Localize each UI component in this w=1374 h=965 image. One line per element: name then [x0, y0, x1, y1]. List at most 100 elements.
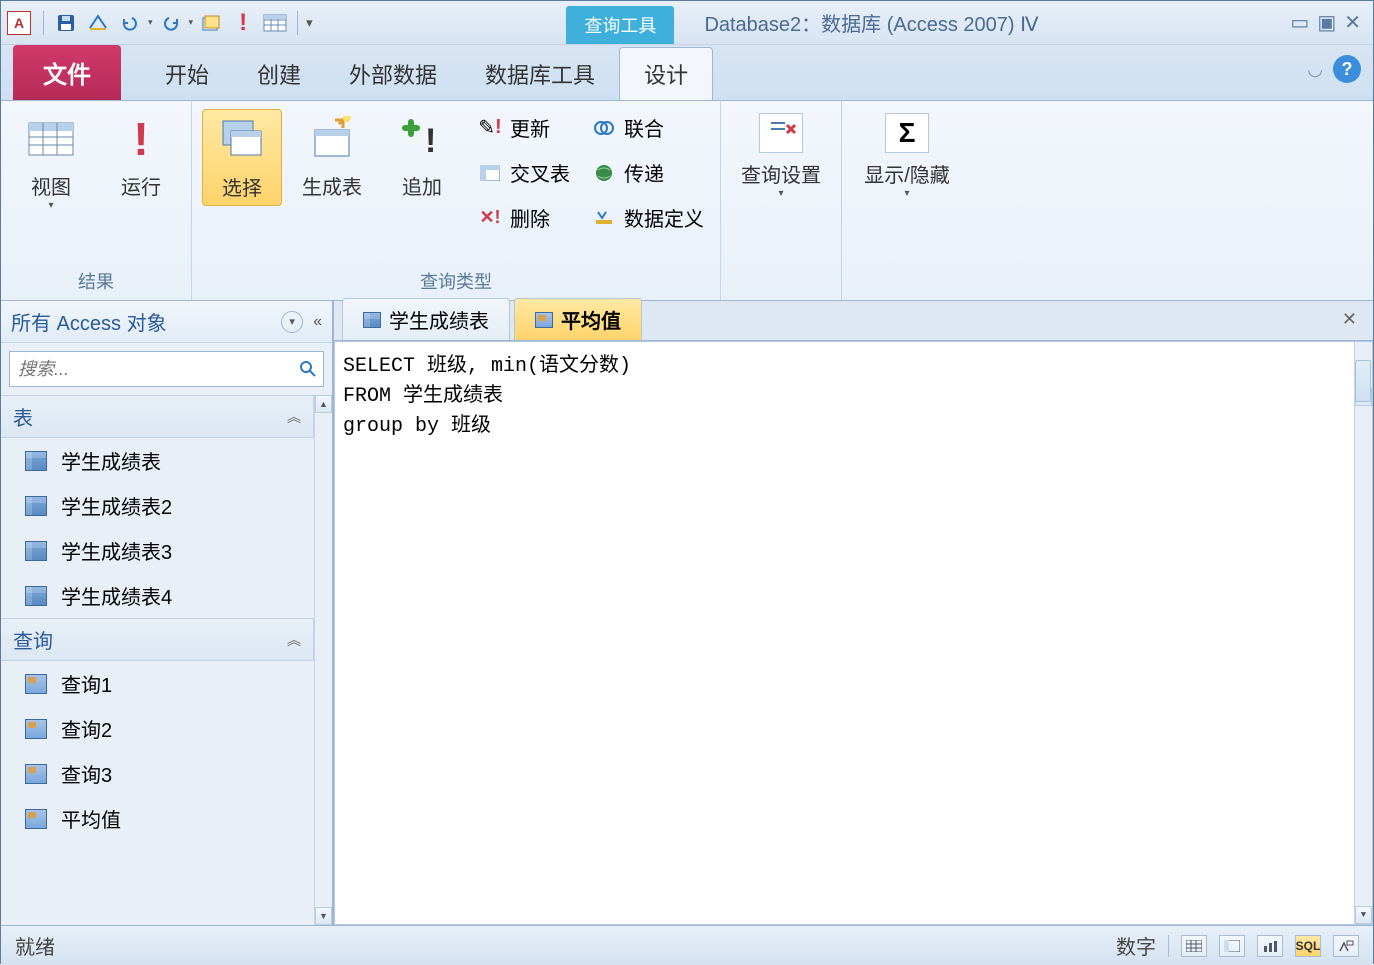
query-setup-label: 查询设置	[741, 159, 821, 188]
doc-tab-label: 平均值	[561, 305, 621, 334]
app-icon: A	[7, 11, 31, 35]
run-button[interactable]: ! 运行	[101, 109, 181, 204]
help-button[interactable]: ?	[1333, 55, 1361, 83]
delete-label: 删除	[510, 203, 550, 232]
nav-item-query[interactable]: 平均值	[1, 796, 314, 841]
minimize-button[interactable]: ▭	[1290, 10, 1309, 35]
append-button[interactable]: ! 追加	[382, 109, 462, 204]
ribbon-group-results: 视图 ▾ ! 运行 结果	[1, 101, 192, 300]
tab-home[interactable]: 开始	[141, 48, 233, 100]
scroll-thumb[interactable]	[1355, 360, 1371, 402]
chevron-up-icon: ︽	[287, 630, 301, 650]
document-title: Database2：数据库 (Access 2007) Ⅳ	[704, 8, 1038, 37]
undo-button[interactable]	[116, 9, 144, 37]
quick-action-1[interactable]	[84, 9, 112, 37]
group-label-results: 结果	[11, 264, 181, 298]
update-query-button[interactable]: ✎!更新	[472, 111, 576, 144]
delete-query-button[interactable]: ✕!删除	[472, 201, 576, 234]
ribbon-collapse-icon[interactable]: ◡	[1307, 59, 1323, 80]
status-separator	[1168, 935, 1169, 957]
quick-action-2[interactable]	[197, 9, 225, 37]
nav-item-query[interactable]: 查询2	[1, 706, 314, 751]
data-definition-button[interactable]: 数据定义	[586, 201, 710, 234]
tab-database-tools[interactable]: 数据库工具	[461, 48, 619, 100]
view-button[interactable]: 视图 ▾	[11, 109, 91, 215]
view-label: 视图	[31, 171, 71, 200]
nav-item-query[interactable]: 查询3	[1, 751, 314, 796]
status-bar: 就绪 数字 SQL	[1, 925, 1373, 965]
scroll-down-icon[interactable]: ▼	[1355, 906, 1372, 924]
nav-item-table[interactable]: 学生成绩表	[1, 438, 314, 483]
query-setup-icon	[759, 113, 803, 153]
show-hide-button[interactable]: Σ 显示/隐藏 ▾	[852, 109, 962, 203]
globe-icon	[592, 161, 616, 185]
scroll-down-icon[interactable]: ▼	[315, 907, 332, 925]
doc-tab-table[interactable]: 学生成绩表	[342, 298, 510, 340]
make-table-icon	[306, 113, 358, 165]
tab-design[interactable]: 设计	[619, 47, 713, 100]
view-sql-button[interactable]: SQL	[1295, 935, 1321, 957]
make-table-button[interactable]: 生成表	[292, 109, 372, 204]
union-button[interactable]: 联合	[586, 111, 710, 144]
query-setup-button[interactable]: 查询设置 ▾	[731, 109, 831, 203]
pencil-icon: ✎!	[478, 116, 502, 140]
redo-dropdown[interactable]: ▾	[189, 17, 194, 28]
scroll-up-icon[interactable]: ▲	[315, 395, 332, 413]
nav-item-table[interactable]: 学生成绩表2	[1, 483, 314, 528]
datasheet-icon[interactable]	[261, 9, 289, 37]
tab-create[interactable]: 创建	[233, 48, 325, 100]
view-design-button[interactable]	[1333, 935, 1359, 957]
query-icon	[25, 719, 47, 739]
qat-customize-dropdown[interactable]: ▾	[306, 15, 313, 31]
nav-item-query[interactable]: 查询1	[1, 661, 314, 706]
tab-external-data[interactable]: 外部数据	[325, 48, 461, 100]
crosstab-icon	[478, 161, 502, 185]
view-datasheet-button[interactable]	[1181, 935, 1207, 957]
union-label: 联合	[624, 113, 664, 142]
doc-tab-query[interactable]: 平均值	[514, 298, 642, 340]
run-icon[interactable]: !	[229, 9, 257, 37]
tab-close-button[interactable]: ✕	[1342, 309, 1357, 330]
ribbon-group-show-hide: Σ 显示/隐藏 ▾	[842, 101, 972, 300]
status-mode: 数字	[1116, 931, 1156, 960]
run-label: 运行	[121, 171, 161, 200]
nav-item-label: 查询1	[61, 669, 112, 698]
data-definition-icon	[592, 206, 616, 230]
make-table-label: 生成表	[302, 171, 362, 200]
restore-button[interactable]: ▣	[1317, 10, 1336, 35]
qat-separator-2	[297, 11, 298, 35]
nav-item-label: 平均值	[61, 804, 121, 833]
nav-filter-dropdown[interactable]: ▾	[281, 311, 303, 333]
qat-separator	[43, 11, 44, 35]
table-icon	[363, 312, 381, 328]
crosstab-button[interactable]: 交叉表	[472, 156, 576, 189]
nav-group-queries[interactable]: 查询︽	[1, 618, 314, 661]
chevron-down-icon: ▾	[904, 188, 909, 199]
search-icon[interactable]	[293, 360, 323, 378]
file-tab[interactable]: 文件	[13, 45, 121, 100]
main-area: 所有 Access 对象 ▾ « 表︽ 学生成绩表 学生成绩表2 学生成绩表3 …	[1, 301, 1373, 925]
view-chart-button[interactable]	[1257, 935, 1283, 957]
nav-scrollbar[interactable]: ▲ ▼	[314, 395, 332, 925]
select-query-icon	[216, 114, 268, 166]
redo-button[interactable]	[157, 9, 185, 37]
save-button[interactable]	[52, 9, 80, 37]
undo-dropdown[interactable]: ▾	[148, 17, 153, 28]
nav-item-table[interactable]: 学生成绩表4	[1, 573, 314, 618]
query-icon	[535, 312, 553, 328]
editor-scrollbar[interactable]: ▲ ▼	[1354, 342, 1372, 924]
close-button[interactable]: ✕	[1344, 10, 1361, 35]
select-query-button[interactable]: 选择	[202, 109, 282, 206]
nav-scroll: 表︽ 学生成绩表 学生成绩表2 学生成绩表3 学生成绩表4 查询︽ 查询1 查询…	[1, 395, 332, 925]
search-input[interactable]	[10, 355, 293, 384]
view-pivot-button[interactable]	[1219, 935, 1245, 957]
nav-item-label: 查询2	[61, 714, 112, 743]
nav-header[interactable]: 所有 Access 对象 ▾ «	[1, 301, 332, 343]
nav-group-tables-label: 表	[13, 402, 33, 431]
sql-editor[interactable]: SELECT 班级, min(语文分数) FROM 学生成绩表 group by…	[334, 341, 1373, 925]
ribbon: 视图 ▾ ! 运行 结果 选择 生成表 ! 追加 ✎!	[1, 101, 1373, 301]
passthrough-button[interactable]: 传递	[586, 156, 710, 189]
nav-item-table[interactable]: 学生成绩表3	[1, 528, 314, 573]
nav-collapse-button[interactable]: «	[313, 313, 322, 331]
nav-group-tables[interactable]: 表︽	[1, 395, 314, 438]
